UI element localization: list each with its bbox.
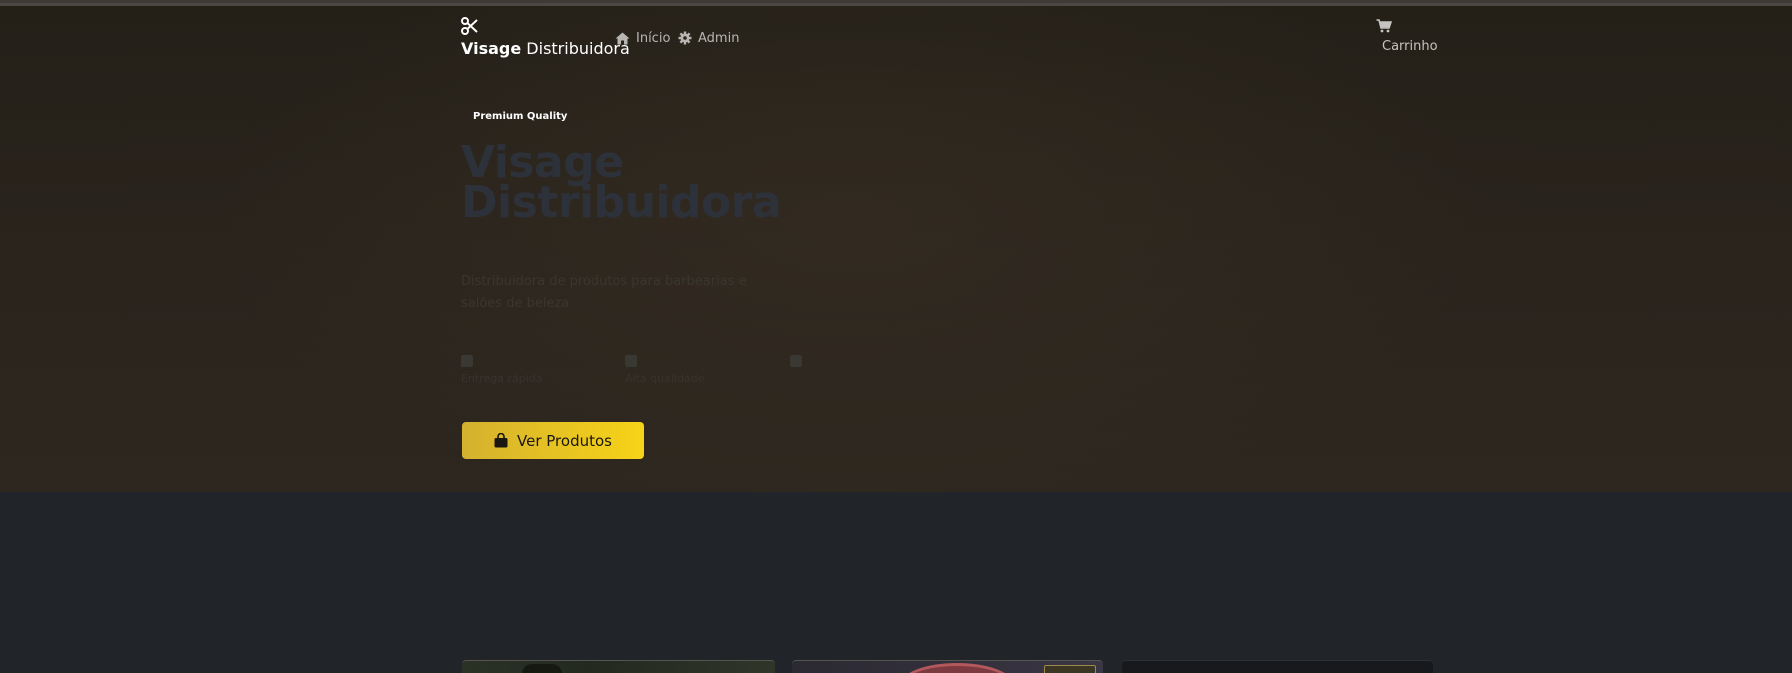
hero-section: Visage Distribuidora Início Admin Carrin… xyxy=(0,0,1792,492)
hero-feature xyxy=(790,355,940,385)
cart-button[interactable]: Carrinho xyxy=(1374,19,1438,55)
products-section xyxy=(0,492,1792,673)
nav-link-home[interactable]: Início xyxy=(615,29,670,47)
hero-title: Visage Distribuidora xyxy=(461,141,881,228)
brand-name: Visage Distribuidora xyxy=(461,39,630,58)
product-card[interactable] xyxy=(792,660,1103,673)
shopping-cart-icon xyxy=(1376,19,1392,33)
hero-feature: Entrega rápida xyxy=(461,355,611,385)
product-card[interactable] xyxy=(462,660,775,673)
feature-icon xyxy=(625,355,637,367)
brand-name-bold: Visage xyxy=(461,39,522,58)
view-products-label: Ver Produtos xyxy=(517,431,612,450)
window-top-edge xyxy=(0,3,1792,6)
feature-icon xyxy=(461,355,473,367)
home-icon xyxy=(615,32,630,44)
premium-quality-badge: Premium Quality xyxy=(473,111,568,122)
gear-icon xyxy=(678,31,692,45)
hero-subtitle: Distribuidora de produtos para barbearia… xyxy=(461,274,747,311)
view-products-button[interactable]: Ver Produtos xyxy=(462,422,644,459)
nav-link-home-label: Início xyxy=(636,30,671,46)
product-image xyxy=(522,664,562,673)
product-tag-badge xyxy=(1044,665,1096,673)
product-card[interactable] xyxy=(1122,660,1433,673)
hero-title-line-2: Distribuidora xyxy=(461,177,782,228)
shopping-bag-icon xyxy=(494,433,508,448)
feature-label: Entrega rápida xyxy=(461,372,543,385)
brand-name-regular: Distribuidora xyxy=(521,39,630,58)
nav-link-admin[interactable]: Admin xyxy=(678,29,739,47)
feature-icon xyxy=(790,355,802,367)
feature-label: Alta qualidade xyxy=(625,372,705,385)
nav-link-admin-label: Admin xyxy=(698,30,740,46)
scissors-icon xyxy=(461,17,478,35)
page: Visage Distribuidora Início Admin Carrin… xyxy=(0,0,1792,673)
product-image xyxy=(902,663,1012,673)
cart-label: Carrinho xyxy=(1382,39,1438,54)
hero-feature: Alta qualidade xyxy=(625,355,775,385)
